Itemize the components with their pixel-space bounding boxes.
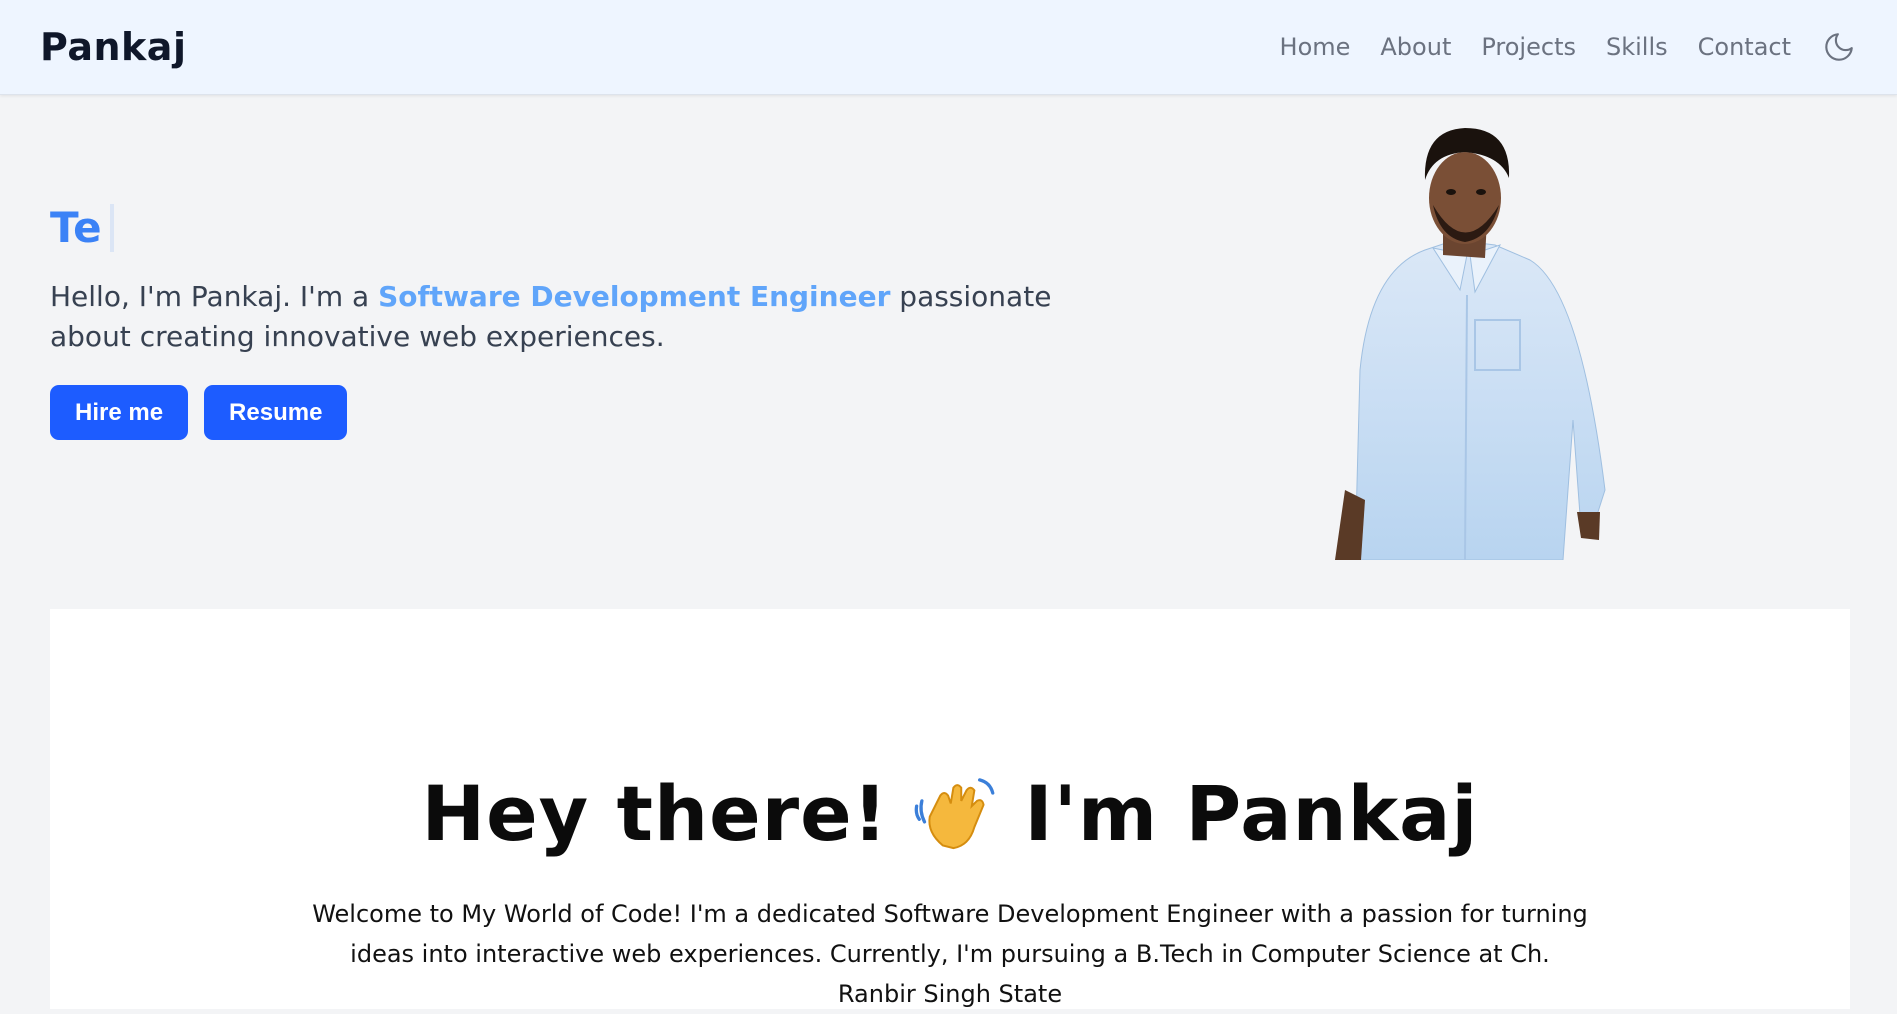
nav-link-about[interactable]: About [1380, 33, 1451, 61]
nav-links: Home About Projects Skills Contact [1280, 29, 1857, 65]
hire-me-button[interactable]: Hire me [50, 385, 189, 440]
intro-prefix: Hello, I'm Pankaj. I'm a [50, 280, 379, 313]
resume-button[interactable]: Resume [204, 385, 348, 440]
typed-text: Te [50, 203, 102, 252]
profile-photo [1335, 128, 1606, 560]
waving-hand-icon [915, 777, 995, 849]
about-body: Welcome to My World of Code! I'm a dedic… [312, 900, 1588, 1008]
hero-intro: Hello, I'm Pankaj. I'm a Software Develo… [50, 277, 1080, 357]
hero-buttons: Hire me Resume [50, 385, 348, 440]
about-title-right: I'm Pankaj [1024, 769, 1479, 858]
typed-headline: Te [50, 203, 114, 252]
navbar: Pankaj Home About Projects Skills Contac… [0, 0, 1897, 95]
nav-link-projects[interactable]: Projects [1481, 33, 1576, 61]
about-card: Hey there! I'm Pankaj Welcome to My Worl… [50, 609, 1850, 1009]
nav-link-skills[interactable]: Skills [1606, 33, 1668, 61]
nav-link-home[interactable]: Home [1280, 33, 1351, 61]
intro-highlight: Software Development Engineer [378, 280, 891, 313]
moon-icon [1825, 33, 1853, 61]
about-title-left: Hey there! [421, 769, 889, 858]
nav-link-contact[interactable]: Contact [1698, 33, 1791, 61]
typing-caret [109, 203, 114, 252]
about-title: Hey there! I'm Pankaj [50, 769, 1850, 858]
brand-logo[interactable]: Pankaj [40, 25, 186, 69]
theme-toggle-button[interactable] [1821, 29, 1857, 65]
